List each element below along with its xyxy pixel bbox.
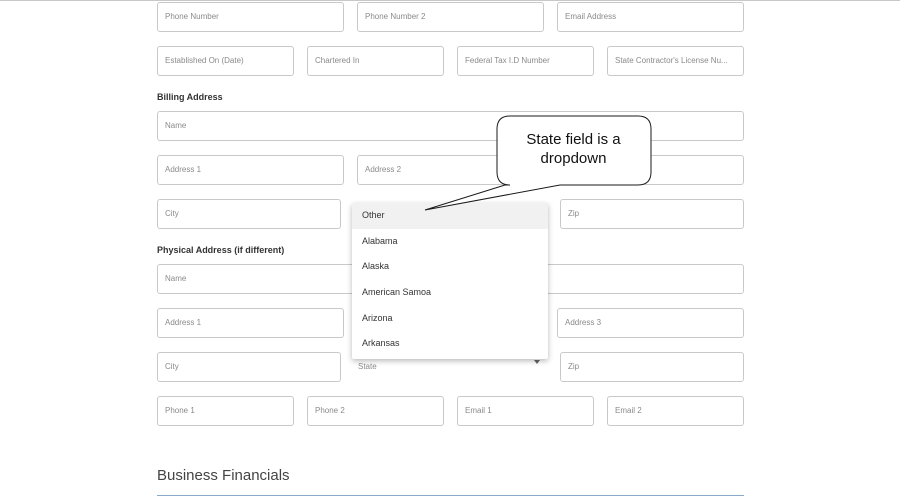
state-option-other[interactable]: Other [352, 203, 548, 229]
physical-zip-field[interactable]: Zip [560, 352, 744, 382]
established-on-field[interactable]: Established On (Date) [157, 46, 294, 76]
chevron-down-icon [534, 360, 540, 364]
phone-1-field[interactable]: Phone 1 [157, 396, 294, 426]
state-license-field[interactable]: State Contractor's License Nu... [607, 46, 744, 76]
physical-city-field[interactable]: City [157, 352, 341, 382]
business-financials-heading: Business Financials [157, 467, 290, 484]
chartered-in-field[interactable]: Chartered In [307, 46, 444, 76]
billing-name-field[interactable]: Name [157, 111, 744, 141]
state-dropdown-menu[interactable]: Other Alabama Alaska American Samoa Ariz… [352, 203, 548, 359]
phone-number-2-field[interactable]: Phone Number 2 [357, 2, 544, 32]
state-option-alabama[interactable]: Alabama [352, 229, 548, 255]
physical-address-heading: Physical Address (if different) [157, 245, 285, 255]
email-2-field[interactable]: Email 2 [607, 396, 744, 426]
callout-text: State field is a dropdown [526, 131, 621, 167]
physical-address3-field[interactable]: Address 3 [557, 308, 744, 338]
phone-number-field[interactable]: Phone Number [157, 2, 344, 32]
top-divider [0, 0, 900, 1]
phone-2-field[interactable]: Phone 2 [307, 396, 444, 426]
federal-tax-id-field[interactable]: Federal Tax I.D Number [457, 46, 594, 76]
billing-address1-field[interactable]: Address 1 [157, 155, 344, 185]
state-option-american-samoa[interactable]: American Samoa [352, 280, 548, 306]
email-1-field[interactable]: Email 1 [457, 396, 594, 426]
physical-address1-field[interactable]: Address 1 [157, 308, 344, 338]
billing-address-heading: Billing Address [157, 92, 223, 102]
state-option-arkansas[interactable]: Arkansas [352, 331, 548, 357]
billing-zip-field[interactable]: Zip [560, 199, 744, 229]
section-divider [157, 495, 744, 496]
email-address-field[interactable]: Email Address [557, 2, 744, 32]
state-option-alaska[interactable]: Alaska [352, 254, 548, 280]
state-option-arizona[interactable]: Arizona [352, 306, 548, 332]
billing-city-field[interactable]: City [157, 199, 341, 229]
